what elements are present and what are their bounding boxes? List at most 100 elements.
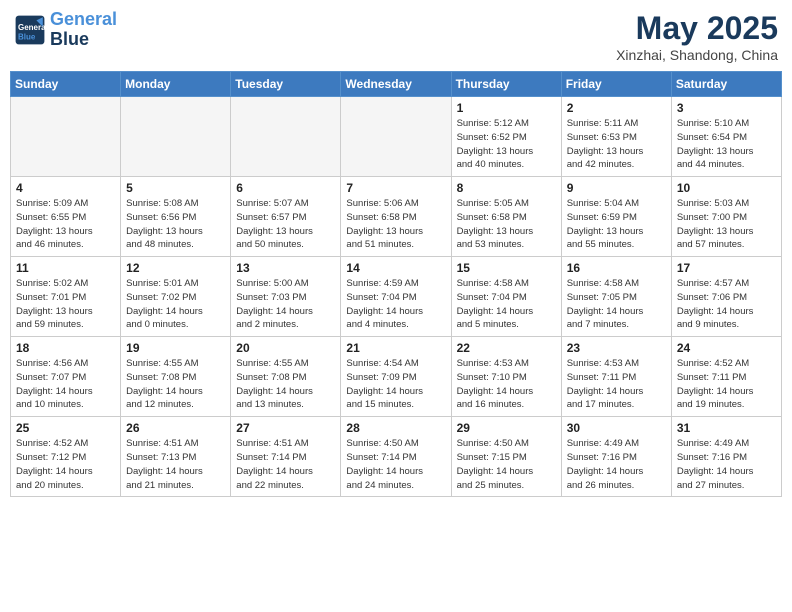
calendar-cell: 16Sunrise: 4:58 AMSunset: 7:05 PMDayligh…: [561, 257, 671, 337]
day-info: Sunrise: 4:59 AMSunset: 7:04 PMDaylight:…: [346, 277, 445, 332]
day-info: Sunrise: 5:06 AMSunset: 6:58 PMDaylight:…: [346, 197, 445, 252]
day-number: 22: [457, 341, 556, 355]
day-of-week-header: Monday: [121, 72, 231, 97]
calendar-cell: 12 Sunrise: 5:01 AMSunset: 7:02 PMDayligh…: [121, 257, 231, 337]
day-number: 10: [677, 181, 776, 195]
day-info: Sunrise: 5:04 AMSunset: 6:59 PMDaylight:…: [567, 197, 666, 252]
calendar-week-row: 18 Sunrise: 4:56 AMSunset: 7:07 PMDayligh…: [11, 337, 782, 417]
day-info: Sunrise: 4:58 AMSunset: 7:04 PMDaylight:…: [457, 277, 556, 332]
day-number: 24: [677, 341, 776, 355]
day-info: Sunrise: 5:07 AMSunset: 6:57 PMDaylight:…: [236, 197, 335, 252]
day-number: 4: [16, 181, 115, 195]
day-info: Sunrise: 5:00 AMSunset: 7:03 PMDaylight:…: [236, 277, 335, 332]
day-info: Sunrise: 5:10 AMSunset: 6:54 PMDaylight:…: [677, 117, 776, 172]
day-info: Sunrise: 5:11 AMSunset: 6:53 PMDaylight:…: [567, 117, 666, 172]
day-of-week-header: Wednesday: [341, 72, 451, 97]
calendar-cell: 24 Sunrise: 4:52 AMSunset: 7:11 PMDayligh…: [671, 337, 781, 417]
calendar-cell: 7Sunrise: 5:06 AMSunset: 6:58 PMDaylight…: [341, 177, 451, 257]
calendar-cell: [231, 97, 341, 177]
day-info: Sunrise: 5:03 AMSunset: 7:00 PMDaylight:…: [677, 197, 776, 252]
day-info: Sunrise: 4:49 AMSunset: 7:16 PMDaylight:…: [677, 437, 776, 492]
calendar-cell: 28Sunrise: 4:50 AMSunset: 7:14 PMDayligh…: [341, 417, 451, 497]
calendar-cell: 21Sunrise: 4:54 AMSunset: 7:09 PMDayligh…: [341, 337, 451, 417]
day-info: Sunrise: 5:08 AMSunset: 6:56 PMDaylight:…: [126, 197, 225, 252]
calendar-cell: 22 Sunrise: 4:53 AMSunset: 7:10 PMDayligh…: [451, 337, 561, 417]
day-number: 9: [567, 181, 666, 195]
calendar-cell: 5Sunrise: 5:08 AMSunset: 6:56 PMDaylight…: [121, 177, 231, 257]
calendar-week-row: 1 Sunrise: 5:12 AMSunset: 6:52 PMDaylight…: [11, 97, 782, 177]
day-info: Sunrise: 4:53 AMSunset: 7:10 PMDaylight:…: [457, 357, 556, 412]
day-number: 1: [457, 101, 556, 115]
day-number: 11: [16, 261, 115, 275]
calendar-cell: 15Sunrise: 4:58 AMSunset: 7:04 PMDayligh…: [451, 257, 561, 337]
day-info: Sunrise: 5:01 AMSunset: 7:02 PMDaylight:…: [126, 277, 225, 332]
calendar-week-row: 25 Sunrise: 4:52 AMSunset: 7:12 PMDayligh…: [11, 417, 782, 497]
day-info: Sunrise: 5:12 AMSunset: 6:52 PMDaylight:…: [457, 117, 556, 172]
calendar-cell: 8 Sunrise: 5:05 AMSunset: 6:58 PMDaylight…: [451, 177, 561, 257]
day-info: Sunrise: 5:05 AMSunset: 6:58 PMDaylight:…: [457, 197, 556, 252]
day-of-week-header: Saturday: [671, 72, 781, 97]
calendar-cell: 30Sunrise: 4:49 AMSunset: 7:16 PMDayligh…: [561, 417, 671, 497]
calendar-cell: 31 Sunrise: 4:49 AMSunset: 7:16 PMDayligh…: [671, 417, 781, 497]
calendar-cell: [121, 97, 231, 177]
day-info: Sunrise: 4:53 AMSunset: 7:11 PMDaylight:…: [567, 357, 666, 412]
logo: General Blue GeneralBlue: [14, 10, 117, 50]
calendar-cell: 9 Sunrise: 5:04 AMSunset: 6:59 PMDaylight…: [561, 177, 671, 257]
day-info: Sunrise: 4:54 AMSunset: 7:09 PMDaylight:…: [346, 357, 445, 412]
day-info: Sunrise: 4:52 AMSunset: 7:12 PMDaylight:…: [16, 437, 115, 492]
day-info: Sunrise: 5:09 AMSunset: 6:55 PMDaylight:…: [16, 197, 115, 252]
day-number: 27: [236, 421, 335, 435]
calendar-cell: 14Sunrise: 4:59 AMSunset: 7:04 PMDayligh…: [341, 257, 451, 337]
day-number: 25: [16, 421, 115, 435]
day-number: 8: [457, 181, 556, 195]
day-info: Sunrise: 4:58 AMSunset: 7:05 PMDaylight:…: [567, 277, 666, 332]
calendar-table: SundayMondayTuesdayWednesdayThursdayFrid…: [10, 71, 782, 497]
day-of-week-header: Friday: [561, 72, 671, 97]
day-number: 12: [126, 261, 225, 275]
calendar-week-row: 11 Sunrise: 5:02 AMSunset: 7:01 PMDayligh…: [11, 257, 782, 337]
calendar-cell: 13Sunrise: 5:00 AMSunset: 7:03 PMDayligh…: [231, 257, 341, 337]
day-number: 19: [126, 341, 225, 355]
day-number: 2: [567, 101, 666, 115]
day-info: Sunrise: 4:55 AMSunset: 7:08 PMDaylight:…: [236, 357, 335, 412]
day-number: 20: [236, 341, 335, 355]
calendar-cell: 18 Sunrise: 4:56 AMSunset: 7:07 PMDayligh…: [11, 337, 121, 417]
day-number: 18: [16, 341, 115, 355]
svg-text:Blue: Blue: [18, 32, 36, 41]
calendar-week-row: 4 Sunrise: 5:09 AMSunset: 6:55 PMDaylight…: [11, 177, 782, 257]
day-info: Sunrise: 5:02 AMSunset: 7:01 PMDaylight:…: [16, 277, 115, 332]
day-info: Sunrise: 4:51 AMSunset: 7:13 PMDaylight:…: [126, 437, 225, 492]
calendar-cell: 17Sunrise: 4:57 AMSunset: 7:06 PMDayligh…: [671, 257, 781, 337]
day-info: Sunrise: 4:56 AMSunset: 7:07 PMDaylight:…: [16, 357, 115, 412]
day-number: 31: [677, 421, 776, 435]
day-number: 26: [126, 421, 225, 435]
day-info: Sunrise: 4:52 AMSunset: 7:11 PMDaylight:…: [677, 357, 776, 412]
calendar-cell: 2 Sunrise: 5:11 AMSunset: 6:53 PMDaylight…: [561, 97, 671, 177]
day-number: 3: [677, 101, 776, 115]
calendar-cell: 23Sunrise: 4:53 AMSunset: 7:11 PMDayligh…: [561, 337, 671, 417]
calendar-cell: 11 Sunrise: 5:02 AMSunset: 7:01 PMDayligh…: [11, 257, 121, 337]
day-of-week-header: Thursday: [451, 72, 561, 97]
calendar-cell: 3 Sunrise: 5:10 AMSunset: 6:54 PMDaylight…: [671, 97, 781, 177]
logo-icon: General Blue: [14, 14, 46, 46]
calendar-cell: 25 Sunrise: 4:52 AMSunset: 7:12 PMDayligh…: [11, 417, 121, 497]
day-info: Sunrise: 4:57 AMSunset: 7:06 PMDaylight:…: [677, 277, 776, 332]
calendar-cell: 19Sunrise: 4:55 AMSunset: 7:08 PMDayligh…: [121, 337, 231, 417]
calendar-cell: 29Sunrise: 4:50 AMSunset: 7:15 PMDayligh…: [451, 417, 561, 497]
day-info: Sunrise: 4:49 AMSunset: 7:16 PMDaylight:…: [567, 437, 666, 492]
calendar-cell: 6 Sunrise: 5:07 AMSunset: 6:57 PMDaylight…: [231, 177, 341, 257]
calendar-cell: 10 Sunrise: 5:03 AMSunset: 7:00 PMDayligh…: [671, 177, 781, 257]
calendar-header-row: SundayMondayTuesdayWednesdayThursdayFrid…: [11, 72, 782, 97]
day-number: 29: [457, 421, 556, 435]
title-block: May 2025 Xinzhai, Shandong, China: [616, 10, 778, 63]
calendar-cell: 27Sunrise: 4:51 AMSunset: 7:14 PMDayligh…: [231, 417, 341, 497]
calendar-cell: 4 Sunrise: 5:09 AMSunset: 6:55 PMDaylight…: [11, 177, 121, 257]
month-title: May 2025: [616, 10, 778, 47]
calendar-cell: 1 Sunrise: 5:12 AMSunset: 6:52 PMDaylight…: [451, 97, 561, 177]
day-number: 6: [236, 181, 335, 195]
calendar-cell: [11, 97, 121, 177]
location-subtitle: Xinzhai, Shandong, China: [616, 47, 778, 63]
page-header: General Blue GeneralBlue May 2025 Xinzha…: [10, 10, 782, 63]
day-number: 28: [346, 421, 445, 435]
calendar-cell: 20 Sunrise: 4:55 AMSunset: 7:08 PMDayligh…: [231, 337, 341, 417]
